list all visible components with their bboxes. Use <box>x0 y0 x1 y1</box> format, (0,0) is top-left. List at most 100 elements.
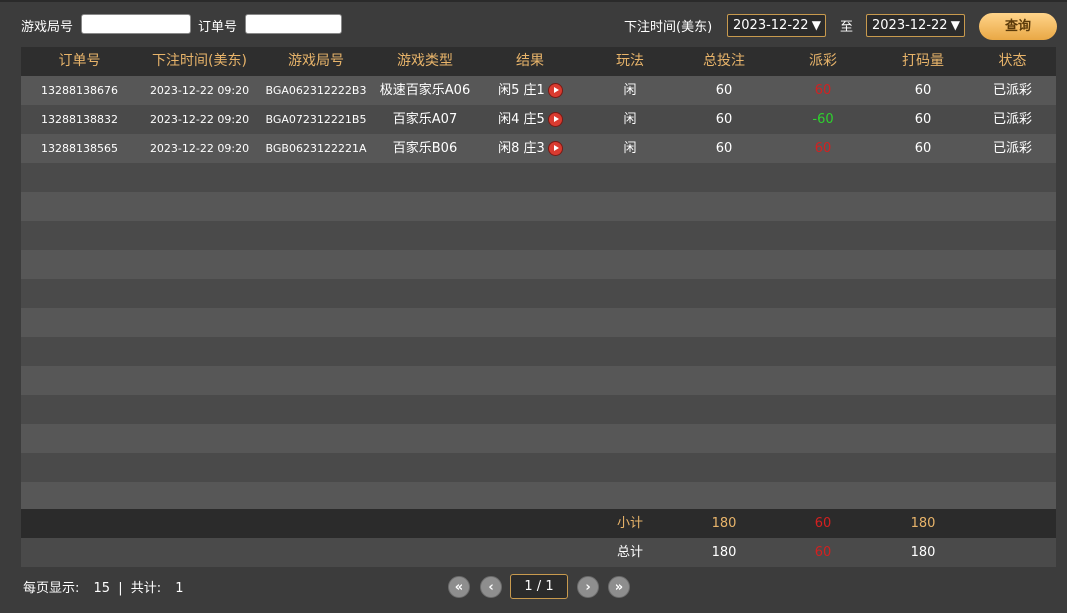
empty-row <box>21 395 1056 424</box>
date-to-select[interactable]: 2023-12-22 ▼ <box>866 14 965 37</box>
subtotal-turnover: 180 <box>910 516 936 531</box>
pager-separator: | <box>118 581 123 596</box>
game-cell: 百家乐B06 <box>392 141 458 156</box>
time-cell: 2023-12-22 09:20 <box>149 113 250 126</box>
payout-cell: 60 <box>814 141 832 156</box>
header-turnover: 打码量 <box>902 53 944 69</box>
payout-cell: 60 <box>814 83 832 98</box>
query-button[interactable]: 查询 <box>979 13 1057 40</box>
play-cell: 闲 <box>623 112 637 127</box>
header-play: 玩法 <box>616 53 644 69</box>
time-cell: 2023-12-22 09:20 <box>149 142 250 155</box>
turnover-cell: 60 <box>914 83 932 98</box>
table-row: 13288138676 2023-12-22 09:20 BGA06231222… <box>21 76 1056 105</box>
round-input[interactable] <box>81 14 191 34</box>
subtotal-bet: 180 <box>711 516 737 531</box>
dropdown-arrow-icon: ▼ <box>811 18 821 32</box>
dropdown-arrow-icon: ▼ <box>950 18 960 32</box>
subtotal-label: 小计 <box>616 516 643 531</box>
header-bet: 总投注 <box>703 53 745 69</box>
chevron-left-icon: ‹ <box>488 580 494 595</box>
order-cell: 13288138565 <box>41 142 118 155</box>
bet-time-label: 下注时间(美东) <box>624 20 713 35</box>
date-from-value: 2023-12-22 <box>733 18 809 33</box>
bet-cell: 60 <box>715 83 733 98</box>
table-row: 13288138832 2023-12-22 09:20 BGA07231222… <box>21 105 1056 134</box>
per-page-label: 每页显示: <box>23 581 80 596</box>
count-value: 1 <box>175 581 184 596</box>
play-cell: 闲 <box>623 141 637 156</box>
order-input[interactable] <box>245 14 342 34</box>
total-row: 总计 180 60 180 <box>21 538 1056 567</box>
status-cell: 已派彩 <box>992 83 1032 98</box>
round-cell: BGA072312221B5 <box>265 113 367 126</box>
empty-row <box>21 221 1056 250</box>
empty-row <box>21 192 1056 221</box>
to-label: 至 <box>840 20 854 35</box>
play-replay-icon[interactable] <box>548 113 562 126</box>
filter-bar: 游戏局号 订单号 下注时间(美东) 2023-12-22 ▼ 至 2023-12… <box>0 2 1067 46</box>
table-row: 13288138565 2023-12-22 09:20 BGB06231222… <box>21 134 1056 163</box>
empty-row <box>21 250 1056 279</box>
empty-row <box>21 308 1056 337</box>
subtotal-payout: 60 <box>814 516 832 531</box>
empty-row <box>21 163 1056 192</box>
header-order: 订单号 <box>58 53 101 69</box>
table-header: 订单号 下注时间(美东) 游戏局号 游戏类型 结果 玩法 总投注 派彩 打码量 … <box>21 47 1056 76</box>
last-page-button[interactable]: » <box>608 576 630 598</box>
double-chevron-right-icon: » <box>614 580 624 595</box>
result-cell: 闲8 庄3 <box>479 134 581 163</box>
play-cell: 闲 <box>623 83 637 98</box>
result-cell: 闲4 庄5 <box>479 105 581 134</box>
header-game: 游戏类型 <box>397 53 453 69</box>
subtotal-row: 小计 180 60 180 <box>21 509 1056 538</box>
total-label: 总计 <box>616 545 643 560</box>
date-to-value: 2023-12-22 <box>872 18 948 33</box>
header-round: 游戏局号 <box>288 53 344 69</box>
empty-row <box>21 482 1056 509</box>
total-bet: 180 <box>711 545 737 560</box>
empty-row <box>21 424 1056 453</box>
page-input[interactable]: 1 / 1 <box>510 574 568 599</box>
count-label: 共计: <box>130 581 162 596</box>
result-text: 闲4 庄5 <box>498 112 545 127</box>
bet-cell: 60 <box>715 112 733 127</box>
game-cell: 极速百家乐A06 <box>379 83 471 98</box>
total-payout: 60 <box>814 545 832 560</box>
first-page-button[interactable]: « <box>448 576 470 598</box>
records-table: 订单号 下注时间(美东) 游戏局号 游戏类型 结果 玩法 总投注 派彩 打码量 … <box>21 47 1056 567</box>
header-result: 结果 <box>516 53 544 69</box>
bet-cell: 60 <box>715 141 733 156</box>
prev-page-button[interactable]: ‹ <box>480 576 502 598</box>
empty-row <box>21 453 1056 482</box>
empty-row <box>21 366 1056 395</box>
double-chevron-left-icon: « <box>454 580 464 595</box>
turnover-cell: 60 <box>914 141 932 156</box>
next-page-button[interactable]: › <box>577 576 599 598</box>
header-time: 下注时间(美东) <box>152 53 247 69</box>
chevron-right-icon: › <box>585 580 591 595</box>
order-cell: 13288138676 <box>41 84 118 97</box>
pager-info: 每页显示: 15 | 共计: 1 <box>23 577 184 596</box>
payout-cell: -60 <box>812 112 834 127</box>
play-replay-icon[interactable] <box>548 142 562 155</box>
play-replay-icon[interactable] <box>548 84 562 97</box>
result-text: 闲5 庄1 <box>498 83 545 98</box>
status-cell: 已派彩 <box>992 112 1032 127</box>
header-status: 状态 <box>998 53 1027 69</box>
total-turnover: 180 <box>910 545 936 560</box>
status-cell: 已派彩 <box>992 141 1032 156</box>
round-cell: BGB0623122221A <box>265 142 367 155</box>
round-cell: BGA062312222B3 <box>265 84 367 97</box>
empty-row <box>21 337 1056 366</box>
order-cell: 13288138832 <box>41 113 118 126</box>
empty-row <box>21 279 1056 308</box>
time-cell: 2023-12-22 09:20 <box>149 84 250 97</box>
game-cell: 百家乐A07 <box>392 112 458 127</box>
result-cell: 闲5 庄1 <box>479 76 581 105</box>
date-from-select[interactable]: 2023-12-22 ▼ <box>727 14 826 37</box>
result-text: 闲8 庄3 <box>498 141 545 156</box>
header-payout: 派彩 <box>809 53 837 69</box>
turnover-cell: 60 <box>914 112 932 127</box>
order-label: 订单号 <box>198 20 238 35</box>
